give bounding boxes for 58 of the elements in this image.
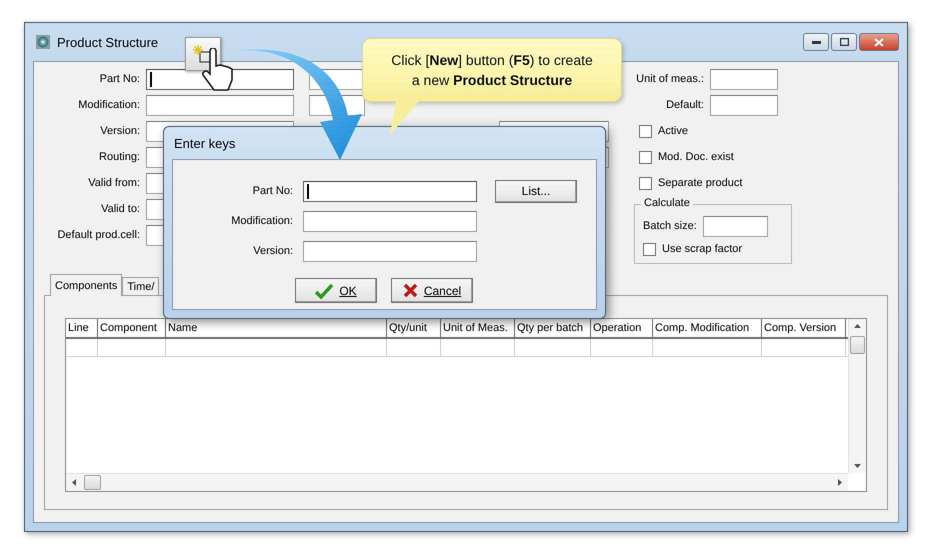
cancel-button[interactable]: Cancel [391,278,473,303]
window-title: Product Structure [57,34,158,50]
input-field[interactable] [702,216,768,236]
group-title: Calculate [641,197,693,209]
checkbox-label: Separate product [658,177,742,189]
dialog-title: Enter keys [174,136,236,150]
checkbox[interactable] [643,242,656,256]
close-button[interactable] [859,33,899,51]
vertical-scrollbar[interactable] [848,319,866,473]
input-field[interactable] [710,68,778,90]
ok-button[interactable]: OK [295,278,377,303]
column-header[interactable]: Line [66,319,98,337]
checkbox-label: Use scrap factor [662,243,742,255]
cross-icon [402,283,418,298]
field-label: Modification: [77,99,140,111]
close-icon [874,38,884,46]
column-header[interactable]: Component [98,319,166,337]
input-field[interactable] [303,180,477,202]
scroll-up-icon[interactable] [854,324,861,328]
field-label: Part No: [252,185,293,197]
field-label: Part No: [98,73,140,85]
field-label: Version: [99,125,140,137]
list-button[interactable]: List... [495,180,577,202]
field-label: Routing: [98,151,140,163]
column-header[interactable]: Comp. Modification [653,319,762,337]
checkbox[interactable] [639,150,652,164]
checkmark-icon [315,282,334,298]
input-field[interactable] [303,240,477,262]
scroll-thumb[interactable] [850,336,865,354]
field-label: Valid from: [87,177,140,189]
input-field[interactable] [710,94,778,116]
minimize-button[interactable] [803,33,829,51]
field-label: Unit of meas.: [635,73,704,85]
minimize-icon [812,40,820,44]
field-label: Default prod.cell: [56,229,140,241]
field-label: Valid to: [100,203,140,215]
tab[interactable]: Components [50,274,122,296]
maximize-button[interactable] [831,33,857,51]
horizontal-scrollbar[interactable] [66,473,848,491]
input-field[interactable] [146,94,294,116]
input-field[interactable] [303,210,477,232]
checkbox-label: Active [658,125,688,137]
checkbox-label: Mod. Doc. exist [658,151,734,163]
callout-text: Click [New] button (F5) to create a new Product Structure [391,51,593,90]
maximize-icon [840,38,848,46]
scroll-down-icon[interactable] [854,464,861,468]
tab[interactable]: Time/ [122,277,160,296]
field-label: Batch size: [643,220,697,232]
column-header[interactable]: Comp. Version [762,319,846,337]
scroll-left-icon[interactable] [72,479,76,486]
checkbox[interactable] [639,124,652,138]
scroll-right-icon[interactable] [838,479,842,486]
field-label: Modification: [230,215,293,227]
field-label: Default: [665,99,704,111]
scroll-thumb[interactable] [84,475,101,490]
field-label: Version: [252,245,293,257]
checkbox[interactable] [639,176,652,190]
gear-icon [35,34,51,50]
